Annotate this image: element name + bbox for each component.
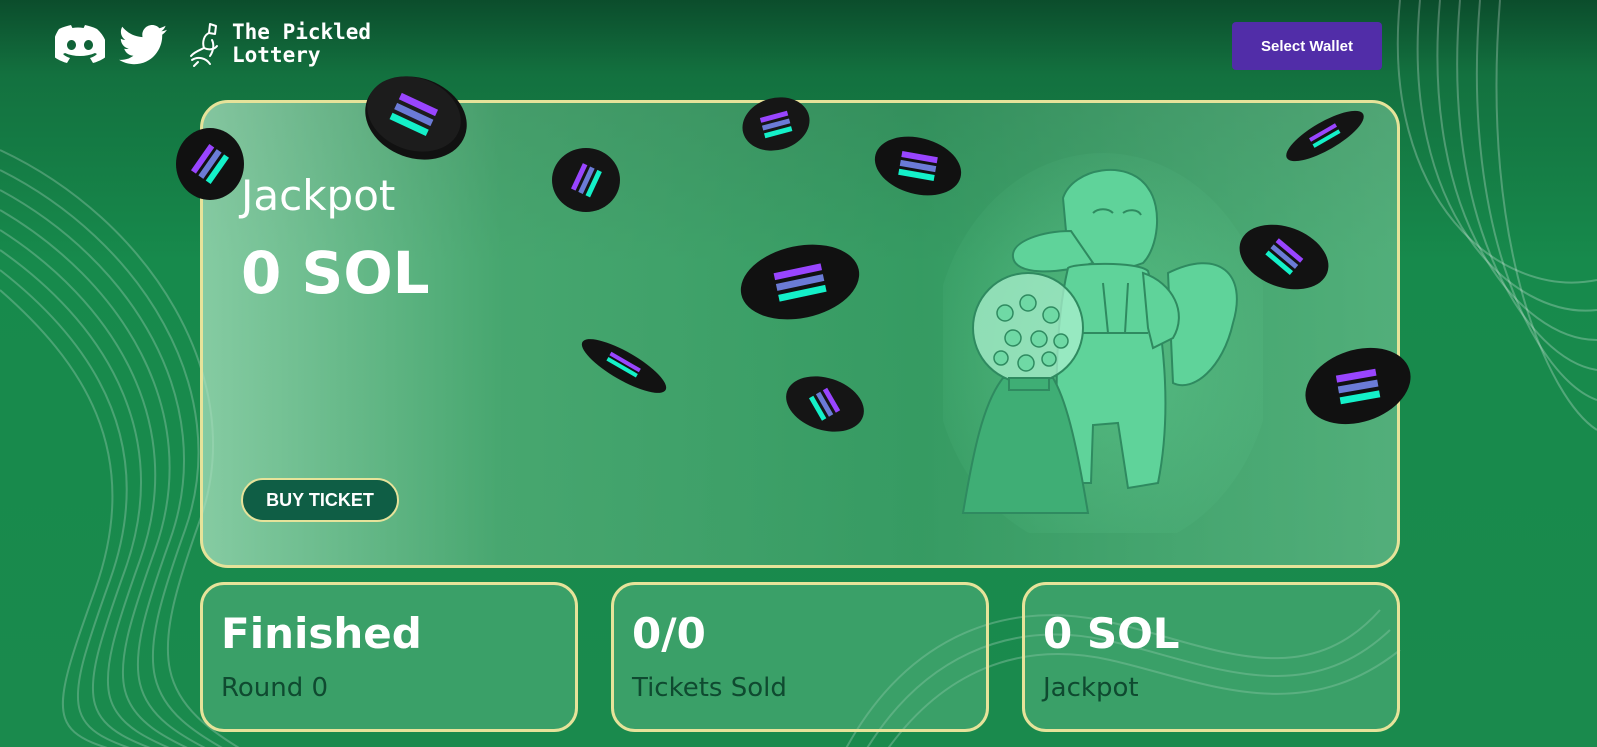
tickets-sold-label: Tickets Sold (632, 673, 787, 703)
brand-line-1: The Pickled (232, 20, 372, 44)
round-status-card: Finished Round 0 (200, 582, 578, 732)
jackpot-stat-card: 0 SOL Jackpot (1022, 582, 1400, 732)
tickets-sold-value: 0/0 (632, 609, 706, 658)
platypus-logo-icon (190, 23, 218, 67)
jackpot-hero-card: Jackpot 0 SOL BUY TICKET (200, 100, 1400, 568)
brand-line-2: Lottery (232, 43, 321, 67)
discord-icon (55, 25, 105, 63)
round-status-value: Finished (221, 609, 422, 658)
jackpot-stat-value: 0 SOL (1043, 609, 1180, 658)
jackpot-stat-label: Jackpot (1043, 673, 1139, 703)
hero-title: Jackpot (241, 171, 396, 220)
buy-ticket-button[interactable]: BUY TICKET (241, 478, 399, 522)
top-bar: The Pickled Lottery Select Wallet (0, 0, 1597, 90)
platypus-mascot-illustration (943, 153, 1263, 533)
hero-jackpot-amount: 0 SOL (241, 239, 430, 307)
select-wallet-button[interactable]: Select Wallet (1232, 22, 1382, 70)
discord-link[interactable] (55, 24, 105, 64)
twitter-icon (119, 25, 167, 65)
twitter-link[interactable] (118, 24, 168, 66)
tickets-sold-card: 0/0 Tickets Sold (611, 582, 989, 732)
round-status-label: Round 0 (221, 673, 329, 703)
brand-logo[interactable]: The Pickled Lottery (188, 20, 371, 68)
brand-name: The Pickled Lottery (232, 21, 371, 67)
